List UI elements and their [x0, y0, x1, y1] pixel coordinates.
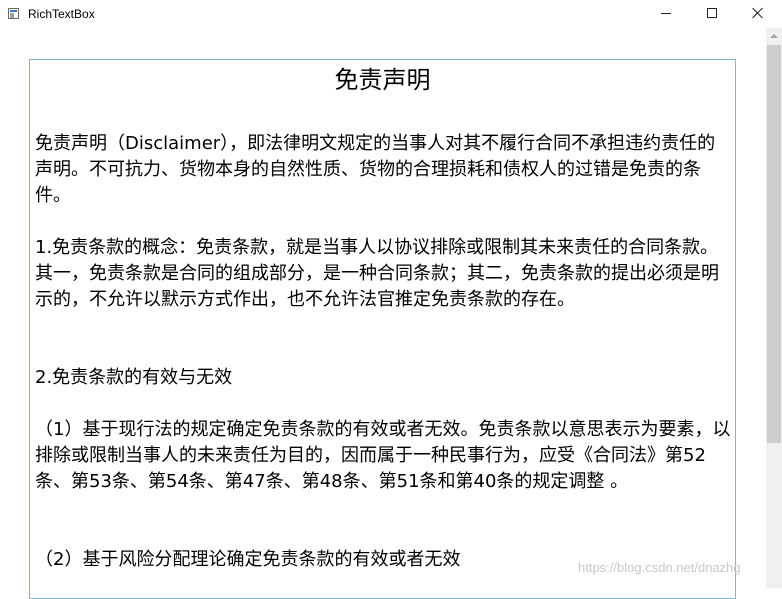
minimize-icon	[661, 13, 671, 14]
window-title: RichTextBox	[28, 7, 95, 21]
rich-text-box[interactable]: 免责声明 免责声明（Disclaimer），即法律明文规定的当事人对其不履行合同…	[29, 59, 736, 599]
vertical-scrollbar[interactable]	[766, 28, 782, 588]
minimize-button[interactable]	[643, 0, 689, 28]
paragraph-intro: 免责声明（Disclaimer），即法律明文规定的当事人对其不履行合同不承担违约…	[35, 133, 716, 206]
paragraph-validity-heading: 2.免责条款的有效与无效	[35, 367, 233, 388]
close-icon	[752, 7, 764, 19]
close-button[interactable]	[735, 0, 781, 28]
paragraph-concept: 1.免责条款的概念：免责条款，就是当事人以协议排除或限制其未来责任的合同条款。其…	[35, 237, 719, 310]
scroll-up-arrow-icon[interactable]	[766, 28, 782, 45]
watermark: https://blog.csdn.net/dnazhg	[578, 560, 741, 575]
scrollbar-thumb[interactable]	[767, 45, 781, 443]
paragraph-validity-law: （1）基于现行法的规定确定免责条款的有效或者无效。免责条款以意思表示为要素，以排…	[35, 419, 731, 492]
title-bar[interactable]: RichTextBox	[0, 0, 782, 28]
maximize-button[interactable]	[689, 0, 735, 28]
document-title: 免责声明	[334, 66, 431, 94]
app-window-icon	[8, 8, 19, 19]
maximize-icon	[707, 8, 717, 18]
window-client-area: 免责声明 免责声明（Disclaimer），即法律明文规定的当事人对其不履行合同…	[0, 28, 766, 599]
